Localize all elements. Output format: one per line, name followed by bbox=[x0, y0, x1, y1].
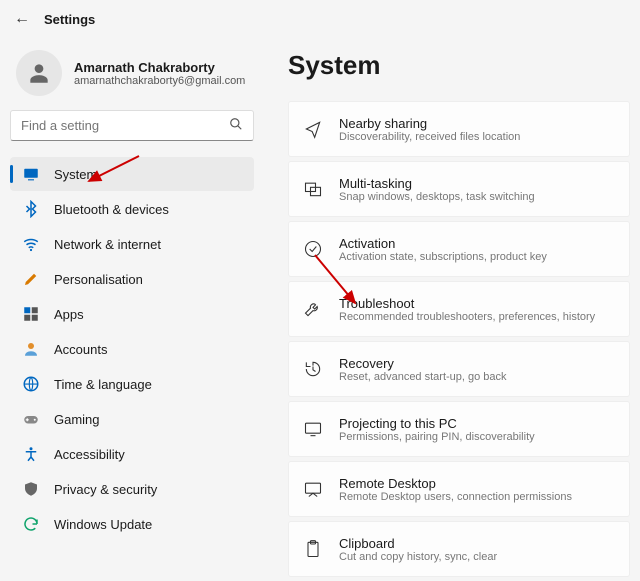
profile-name: Amarnath Chakraborty bbox=[74, 60, 245, 75]
apps-icon bbox=[22, 305, 40, 323]
sidebar: Amarnath Chakraborty amarnathchakraborty… bbox=[0, 34, 258, 579]
sidebar-item-time[interactable]: Time & language bbox=[10, 367, 254, 401]
card-title: Projecting to this PC bbox=[339, 416, 535, 431]
person-icon bbox=[26, 60, 52, 86]
page-title: System bbox=[288, 50, 630, 81]
sidebar-item-privacy[interactable]: Privacy & security bbox=[10, 472, 254, 506]
sidebar-item-label: System bbox=[54, 167, 97, 182]
history-icon bbox=[303, 359, 323, 379]
card-title: Multi-tasking bbox=[339, 176, 535, 191]
settings-card-list: Nearby sharing Discoverability, received… bbox=[288, 101, 630, 577]
sidebar-item-gaming[interactable]: Gaming bbox=[10, 402, 254, 436]
card-activation[interactable]: Activation Activation state, subscriptio… bbox=[288, 221, 630, 277]
card-projecting[interactable]: Projecting to this PC Permissions, pairi… bbox=[288, 401, 630, 457]
sidebar-item-accessibility[interactable]: Accessibility bbox=[10, 437, 254, 471]
paint-icon bbox=[22, 270, 40, 288]
card-subtitle: Remote Desktop users, connection permiss… bbox=[339, 491, 572, 503]
sidebar-item-label: Privacy & security bbox=[54, 482, 157, 497]
search-input[interactable] bbox=[21, 118, 229, 133]
monitor-icon bbox=[22, 165, 40, 183]
checkmark-circle-icon bbox=[303, 239, 323, 259]
card-troubleshoot[interactable]: Troubleshoot Recommended troubleshooters… bbox=[288, 281, 630, 337]
card-subtitle: Permissions, pairing PIN, discoverabilit… bbox=[339, 431, 535, 443]
sidebar-item-accounts[interactable]: Accounts bbox=[10, 332, 254, 366]
card-clipboard[interactable]: Clipboard Cut and copy history, sync, cl… bbox=[288, 521, 630, 577]
windows-icon bbox=[303, 179, 323, 199]
card-remote-desktop[interactable]: Remote Desktop Remote Desktop users, con… bbox=[288, 461, 630, 517]
card-title: Recovery bbox=[339, 356, 507, 371]
sidebar-item-label: Apps bbox=[54, 307, 84, 322]
wifi-icon bbox=[22, 235, 40, 253]
sidebar-item-label: Personalisation bbox=[54, 272, 143, 287]
sidebar-item-label: Accessibility bbox=[54, 447, 125, 462]
sidebar-item-label: Bluetooth & devices bbox=[54, 202, 169, 217]
profile-email: amarnathchakraborty6@gmail.com bbox=[74, 75, 245, 87]
sidebar-item-update[interactable]: Windows Update bbox=[10, 507, 254, 541]
card-subtitle: Snap windows, desktops, task switching bbox=[339, 191, 535, 203]
header-title: Settings bbox=[44, 12, 95, 27]
share-icon bbox=[303, 119, 323, 139]
card-subtitle: Discoverability, received files location bbox=[339, 131, 520, 143]
gamepad-icon bbox=[22, 410, 40, 428]
wrench-icon bbox=[303, 299, 323, 319]
card-subtitle: Recommended troubleshooters, preferences… bbox=[339, 311, 595, 323]
card-subtitle: Reset, advanced start-up, go back bbox=[339, 371, 507, 383]
shield-icon bbox=[22, 480, 40, 498]
globe-icon bbox=[22, 375, 40, 393]
card-recovery[interactable]: Recovery Reset, advanced start-up, go ba… bbox=[288, 341, 630, 397]
sidebar-item-system[interactable]: System bbox=[10, 157, 254, 191]
card-title: Troubleshoot bbox=[339, 296, 595, 311]
avatar bbox=[16, 50, 62, 96]
title-bar: ← Settings bbox=[0, 0, 640, 34]
project-icon bbox=[303, 419, 323, 439]
card-title: Activation bbox=[339, 236, 547, 251]
card-nearby-sharing[interactable]: Nearby sharing Discoverability, received… bbox=[288, 101, 630, 157]
account-icon bbox=[22, 340, 40, 358]
card-multitasking[interactable]: Multi-tasking Snap windows, desktops, ta… bbox=[288, 161, 630, 217]
sidebar-item-label: Gaming bbox=[54, 412, 100, 427]
sidebar-item-personalisation[interactable]: Personalisation bbox=[10, 262, 254, 296]
sidebar-item-label: Time & language bbox=[54, 377, 152, 392]
sidebar-item-label: Network & internet bbox=[54, 237, 161, 252]
clipboard-icon bbox=[303, 539, 323, 559]
card-subtitle: Cut and copy history, sync, clear bbox=[339, 551, 497, 563]
profile-block[interactable]: Amarnath Chakraborty amarnathchakraborty… bbox=[10, 44, 254, 110]
update-icon bbox=[22, 515, 40, 533]
bluetooth-icon bbox=[22, 200, 40, 218]
card-title: Remote Desktop bbox=[339, 476, 572, 491]
search-icon bbox=[229, 117, 243, 134]
sidebar-item-label: Accounts bbox=[54, 342, 107, 357]
accessibility-icon bbox=[22, 445, 40, 463]
card-title: Nearby sharing bbox=[339, 116, 520, 131]
back-arrow-icon[interactable]: ← bbox=[14, 10, 30, 28]
card-title: Clipboard bbox=[339, 536, 497, 551]
sidebar-item-label: Windows Update bbox=[54, 517, 152, 532]
sidebar-item-bluetooth[interactable]: Bluetooth & devices bbox=[10, 192, 254, 226]
sidebar-nav: System Bluetooth & devices Network & int… bbox=[10, 157, 254, 541]
card-subtitle: Activation state, subscriptions, product… bbox=[339, 251, 547, 263]
sidebar-item-apps[interactable]: Apps bbox=[10, 297, 254, 331]
sidebar-item-network[interactable]: Network & internet bbox=[10, 227, 254, 261]
main-panel: System Nearby sharing Discoverability, r… bbox=[258, 34, 640, 579]
search-box[interactable] bbox=[10, 110, 254, 141]
remote-icon bbox=[303, 479, 323, 499]
